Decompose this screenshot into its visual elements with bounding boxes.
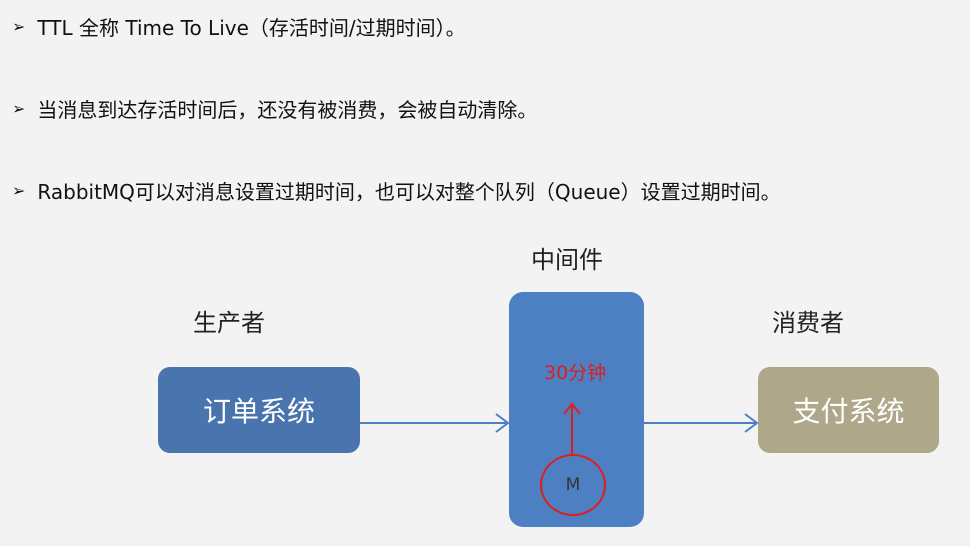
slide: ➢ TTL 全称 Time To Live（存活时间/过期时间）。 ➢ 当消息到… bbox=[0, 0, 970, 546]
ttl-duration-label: 30分钟 bbox=[544, 362, 607, 384]
arrow-message-expiry-up bbox=[563, 402, 581, 454]
message-label: M bbox=[565, 475, 581, 495]
connector-arrows bbox=[360, 402, 759, 454]
message-circle: M bbox=[540, 454, 606, 516]
arrow-middleware-to-consumer bbox=[644, 413, 759, 433]
arrow-producer-to-middleware bbox=[360, 413, 510, 433]
